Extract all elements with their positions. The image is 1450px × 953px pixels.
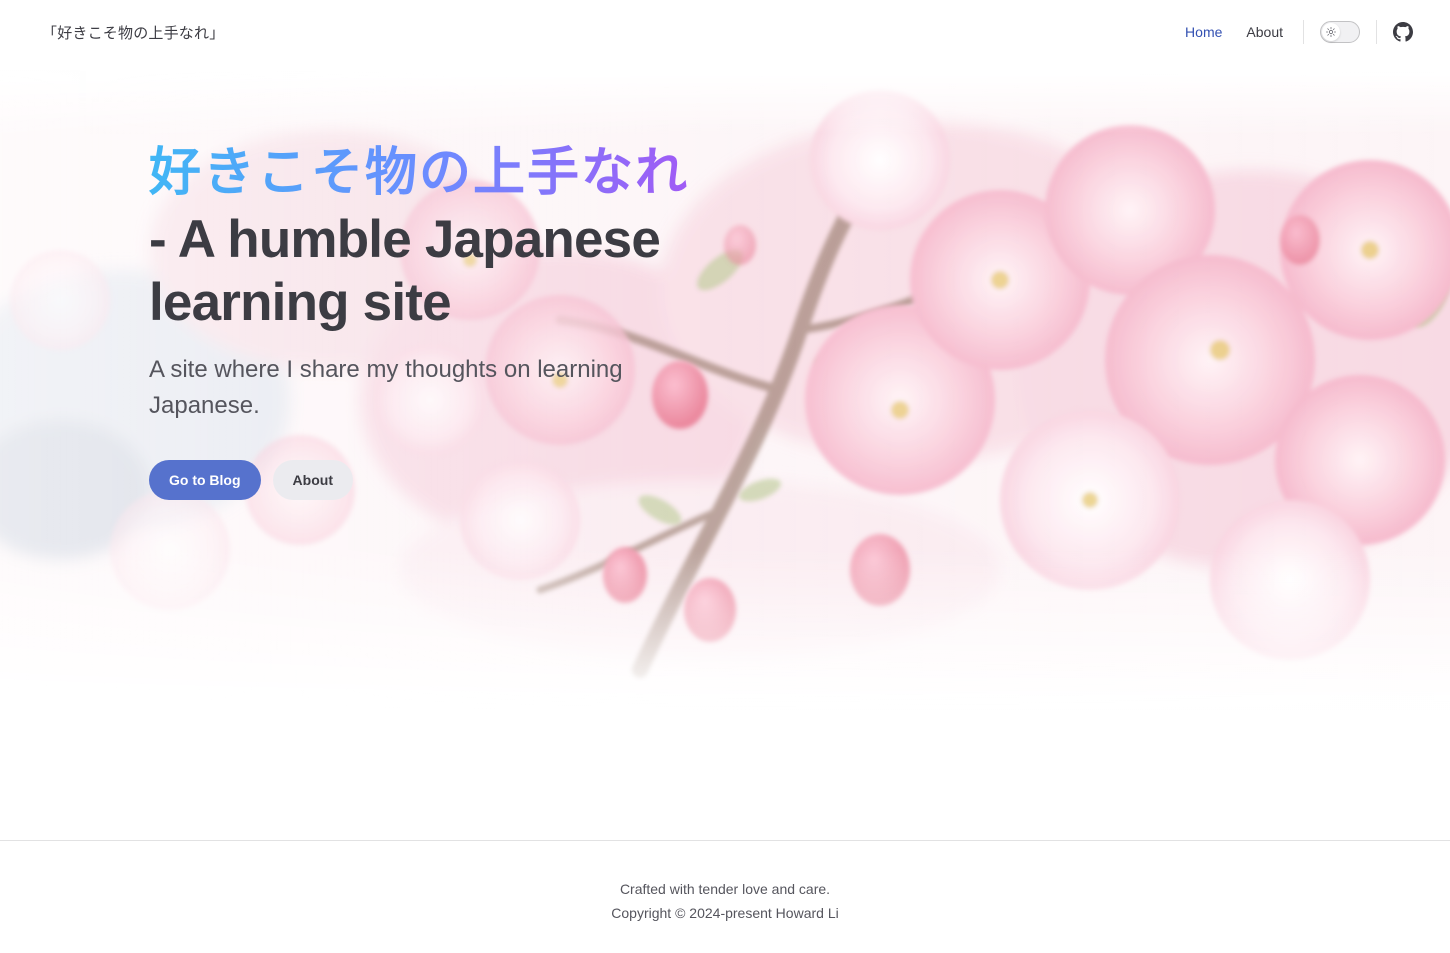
nav-right: Home About [1173, 0, 1413, 64]
hero-text: - A humble Japanese learning site [149, 210, 661, 332]
footer-message: Crafted with tender love and care. [619, 881, 831, 897]
github-icon[interactable] [1393, 22, 1413, 42]
top-nav: 「好きこそ物の上手なれ」 Home About [0, 0, 1450, 64]
nav-link-home[interactable]: Home [1173, 24, 1234, 40]
hero-actions: Go to Blog About [149, 460, 769, 500]
nav-divider [1303, 20, 1304, 44]
footer: Crafted with tender love and care. Copyr… [0, 840, 1450, 953]
about-button[interactable]: About [272, 460, 353, 500]
hero-name: 好きこそ物の上手なれ [149, 140, 769, 206]
hero: 好きこそ物の上手なれ - A humble Japanese learning … [149, 140, 769, 500]
site-title[interactable]: 「好きこそ物の上手なれ」 [42, 22, 224, 43]
sun-icon [1322, 23, 1340, 41]
theme-toggle[interactable] [1320, 21, 1360, 43]
nav-link-about[interactable]: About [1234, 24, 1295, 40]
nav-divider-2 [1376, 20, 1377, 44]
hero-tagline: A site where I share my thoughts on lear… [149, 356, 623, 419]
footer-copyright: Copyright © 2024-present Howard Li [611, 905, 839, 921]
go-to-blog-button[interactable]: Go to Blog [149, 460, 261, 500]
